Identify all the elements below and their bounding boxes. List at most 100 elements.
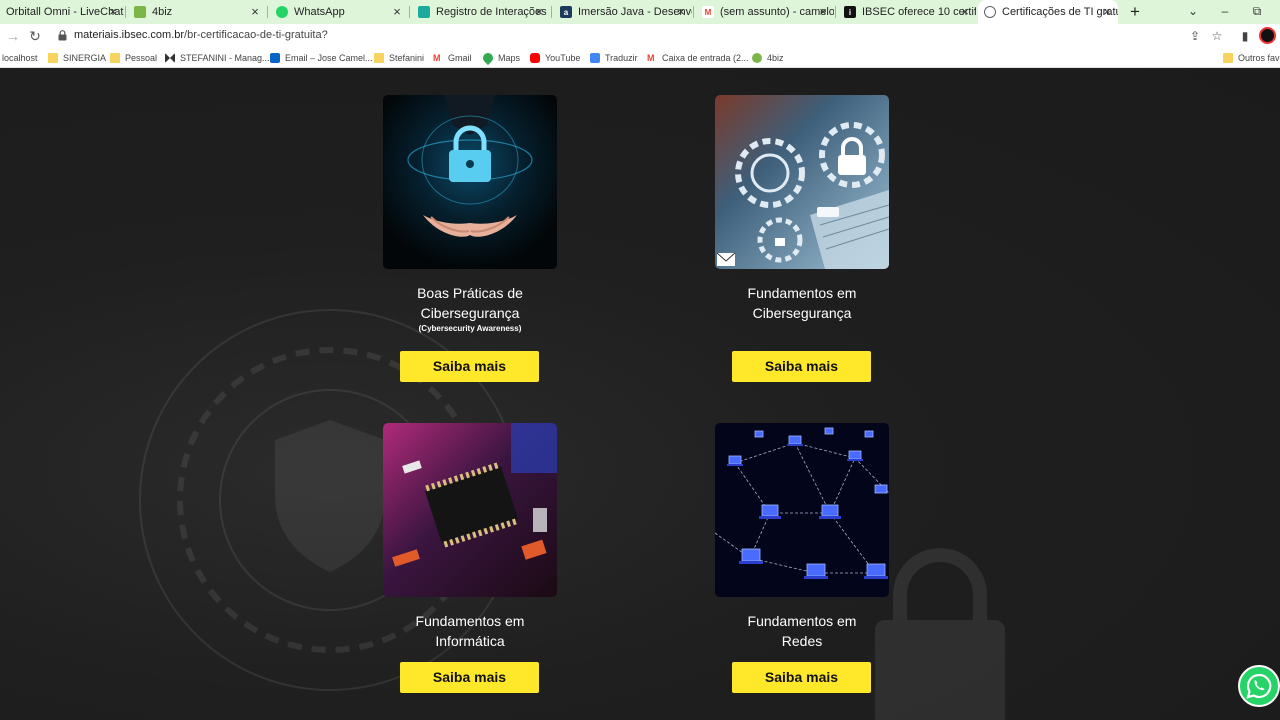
bookmark-label: Outros favo	[1238, 53, 1280, 63]
bookmark-sinergia[interactable]: SINERGIA	[48, 51, 106, 65]
tab-certificacoes-active[interactable]: Certificações de TI gratuit ×	[978, 0, 1118, 24]
close-icon[interactable]: ×	[532, 5, 546, 19]
close-icon[interactable]: ×	[248, 5, 262, 19]
bookmark-youtube[interactable]: YouTube	[530, 51, 580, 65]
tab-whatsapp[interactable]: WhatsApp ×	[270, 0, 408, 24]
bookmark-maps[interactable]: Maps	[480, 50, 521, 66]
page-content: Boas Práticas de Cibersegurança (Cyberse…	[0, 70, 1280, 720]
close-icon[interactable]: ×	[674, 5, 688, 19]
gmail-icon: M	[702, 6, 714, 18]
share-icon[interactable]: ⇪	[1187, 28, 1203, 44]
ibsec-icon: i	[844, 6, 856, 18]
gmail-icon: M	[433, 53, 443, 63]
star-icon[interactable]: ☆	[1209, 28, 1225, 44]
saiba-mais-button-fundamentos-redes[interactable]: Saiba mais	[732, 662, 871, 693]
tab-registro[interactable]: Registro de Interações - S ×	[412, 0, 550, 24]
bookmark-stefanini-manag[interactable]: STEFANINI - Manag...	[165, 51, 270, 65]
course-card-fundamentos-ciberseguranca: Fundamentos em Cibersegurança	[715, 95, 889, 323]
lock-icon[interactable]	[58, 30, 67, 41]
bookmark-label: Pessoal	[125, 53, 158, 63]
course-card-boas-praticas: Boas Práticas de Cibersegurança (Cyberse…	[383, 95, 557, 333]
bookmark-label: localhost	[2, 53, 38, 63]
bookmark-gmail[interactable]: M Gmail	[433, 51, 472, 65]
course-title-line1: Fundamentos em	[747, 613, 857, 629]
saiba-mais-button-boas-praticas[interactable]: Saiba mais	[400, 351, 539, 382]
close-icon[interactable]: ×	[958, 5, 972, 19]
close-icon[interactable]: ×	[816, 5, 830, 19]
tab-strip: Orbitall Omni - LiveChat × 4biz × WhatsA…	[0, 0, 1280, 24]
bookmark-outros-favoritos[interactable]: Outros favo	[1223, 51, 1280, 65]
bookmark-label: 4biz	[767, 53, 784, 63]
course-card-fundamentos-informatica: Fundamentos em Informática	[383, 423, 557, 651]
tab-imersao-java[interactable]: a Imersão Java - Desenvolvi ×	[554, 0, 692, 24]
bookmark-label: Maps	[498, 53, 521, 63]
tab-search-dropdown[interactable]: ⌄	[1183, 2, 1203, 20]
lock-hands-image	[383, 95, 557, 269]
tab-4biz[interactable]: 4biz ×	[128, 0, 266, 24]
reload-icon[interactable]: ↻	[26, 27, 44, 45]
translate-icon	[590, 53, 600, 63]
bookmark-stefanini[interactable]: Stefanini	[374, 51, 424, 65]
bookmark-label: Traduzir	[605, 53, 638, 63]
gmail-icon: M	[647, 53, 657, 63]
folder-icon	[48, 53, 58, 63]
saiba-mais-button-fundamentos-informatica[interactable]: Saiba mais	[400, 662, 539, 693]
new-tab-button[interactable]: +	[1126, 3, 1144, 21]
4biz-icon	[752, 53, 762, 63]
course-card-fundamentos-redes: Fundamentos em Redes	[715, 423, 889, 651]
folder-icon	[374, 53, 384, 63]
saiba-mais-button-fundamentos-ciberseguranca[interactable]: Saiba mais	[732, 351, 871, 382]
bookmark-label: YouTube	[545, 53, 581, 63]
youtube-icon	[530, 53, 540, 63]
folder-icon	[1223, 53, 1233, 63]
bookmark-label: STEFANINI - Manag...	[180, 53, 270, 63]
minimize-button[interactable]: –	[1215, 2, 1235, 20]
course-title: Fundamentos em Cibersegurança	[715, 283, 889, 323]
url-host: materiais.ibsec.com.br	[74, 29, 185, 41]
4biz-icon	[134, 6, 146, 18]
course-title-line2: Cibersegurança	[752, 305, 852, 321]
course-title-line1: Fundamentos em	[747, 285, 857, 301]
forward-arrow-icon[interactable]: →	[4, 27, 22, 45]
alura-icon: a	[560, 6, 572, 18]
stefanini-icon	[165, 53, 175, 63]
outlook-icon	[270, 53, 280, 63]
address-toolbar: → ↻ materiais.ibsec.com.br/br-certificac…	[0, 24, 1280, 48]
side-panel-icon[interactable]: ▮	[1237, 28, 1253, 44]
bookmark-label: Email – Jose Camel...	[285, 53, 373, 63]
folder-icon	[110, 53, 120, 63]
whatsapp-float-button[interactable]	[1238, 665, 1280, 707]
gears-laptop-image	[715, 95, 889, 269]
tab-ibsec[interactable]: i IBSEC oferece 10 certificaç ×	[838, 0, 976, 24]
profile-avatar[interactable]	[1259, 27, 1276, 44]
circuit-board-image	[383, 423, 557, 597]
course-title: Fundamentos em Informática	[383, 611, 557, 651]
bookmark-4biz[interactable]: 4biz	[752, 51, 784, 65]
bookmark-label: Caixa de entrada (2...	[662, 53, 749, 63]
course-title-line2: Redes	[781, 633, 823, 649]
course-title: Fundamentos em Redes	[715, 611, 889, 651]
tab-orbitall[interactable]: Orbitall Omni - LiveChat ×	[0, 0, 124, 24]
course-title-line2: Informática	[435, 633, 505, 649]
close-icon[interactable]: ×	[1100, 5, 1114, 19]
close-icon[interactable]: ×	[106, 5, 120, 19]
tab-gmail[interactable]: M (sem assunto) - camelogi ×	[696, 0, 834, 24]
whatsapp-icon	[276, 6, 288, 18]
course-title: Boas Práticas de Cibersegurança	[383, 283, 557, 323]
bookmark-email-outlook[interactable]: Email – Jose Camel...	[270, 51, 373, 65]
bookmark-caixa-entrada[interactable]: M Caixa de entrada (2...	[647, 51, 749, 65]
bookmark-label: Stefanini	[389, 53, 425, 63]
bookmark-label: SINERGIA	[63, 53, 107, 63]
close-icon[interactable]: ×	[390, 5, 404, 19]
bookmarks-bar: localhost SINERGIA Pessoal STEFANINI - M…	[0, 48, 1280, 68]
bookmark-localhost[interactable]: localhost	[2, 51, 38, 65]
bookmark-label: Gmail	[448, 53, 472, 63]
restore-button[interactable]: ⧉	[1247, 2, 1267, 20]
bookmark-traduzir[interactable]: Traduzir	[590, 51, 638, 65]
course-title-line2: Cibersegurança	[420, 305, 520, 321]
bookmark-pessoal[interactable]: Pessoal	[110, 51, 157, 65]
address-input[interactable]: materiais.ibsec.com.br/br-certificacao-d…	[74, 29, 328, 41]
course-subtitle: (Cybersecurity Awareness)	[418, 324, 522, 333]
sheets-icon	[418, 6, 430, 18]
course-title-line1: Fundamentos em	[415, 613, 525, 629]
